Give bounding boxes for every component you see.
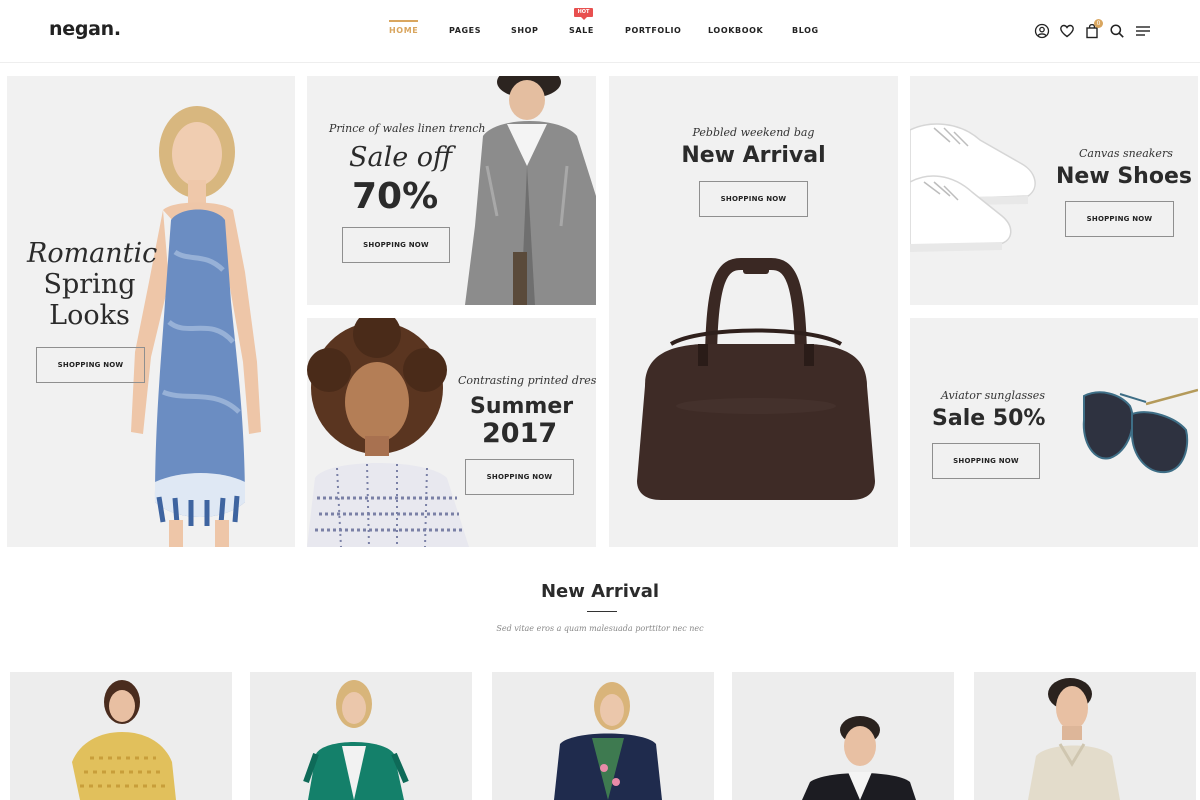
nav-portfolio[interactable]: PORTFOLIO (625, 26, 681, 35)
banner-weekend-bag[interactable]: Pebbled weekend bag New Arrival SHOPPING… (609, 76, 898, 547)
sunglasses-script: Aviator sunglasses (941, 389, 1045, 402)
cart-count-badge: 0 (1094, 19, 1103, 28)
nav-blog[interactable]: BLOG (792, 26, 819, 35)
shopping-now-button[interactable]: SHOPPING NOW (36, 347, 145, 383)
bag-headline: New Arrival (681, 143, 826, 168)
summer-line-1: Summer (470, 394, 574, 419)
banner-aviator-sunglasses[interactable]: Aviator sunglasses Sale 50% SHOPPING NOW (910, 318, 1198, 547)
new-arrival-subtitle: Sed vitae eros a quam malesuada porttito… (496, 624, 704, 633)
trench-percent: 70% (352, 176, 439, 217)
product-image-navy-blazer (554, 682, 662, 800)
banner-summer-dress[interactable]: Contrasting printed dress Summer 2017 SH… (307, 318, 596, 547)
banner-trench-sale[interactable]: Prince of wales linen trench Sale off 70… (307, 76, 596, 305)
site-header: negan. HOME PAGES SHOP SALE PORTFOLIO LO… (0, 0, 1200, 63)
product-image-green-jacket (303, 680, 409, 800)
trench-sale-off: Sale off (349, 142, 453, 173)
hot-badge: HOT (574, 8, 593, 20)
model-grey-trench-image (465, 76, 596, 305)
nav-shop[interactable]: SHOP (511, 26, 539, 35)
romantic-line-3: Looks (49, 300, 130, 331)
search-icon[interactable] (1109, 23, 1125, 39)
sunglasses-headline: Sale 50% (932, 406, 1046, 431)
romantic-line-2: Spring (43, 269, 136, 300)
user-icon[interactable] (1034, 23, 1050, 39)
new-arrival-title: New Arrival (540, 581, 660, 602)
aviator-sunglasses-image (1082, 388, 1198, 474)
product-card-beige-shirt[interactable] (974, 672, 1196, 800)
title-divider (587, 611, 617, 612)
heart-icon[interactable] (1059, 23, 1075, 39)
banner-new-shoes[interactable]: Canvas sneakers New Shoes SHOPPING NOW (910, 76, 1198, 305)
product-image-black-suit (802, 716, 916, 800)
banner-romantic-spring[interactable]: Romantic Spring Looks SHOPPING NOW (7, 76, 295, 547)
banner-romantic-title: Romantic Spring Looks (27, 238, 158, 331)
shopping-now-button[interactable]: SHOPPING NOW (932, 443, 1040, 479)
shoes-script: Canvas sneakers (1079, 147, 1173, 160)
shopping-now-button[interactable]: SHOPPING NOW (1065, 201, 1174, 237)
shopping-now-button[interactable]: SHOPPING NOW (699, 181, 808, 217)
product-image-yellow-dress (72, 680, 176, 800)
romantic-line-1: Romantic (27, 238, 158, 269)
trench-script: Prince of wales linen trench (329, 122, 486, 135)
product-image-beige-shirt (1028, 678, 1120, 800)
summer-line-2: 2017 (482, 418, 558, 449)
product-card-black-suit[interactable] (732, 672, 954, 800)
main-nav: HOME PAGES SHOP SALE PORTFOLIO LOOKBOOK … (0, 20, 1200, 40)
shopping-now-button[interactable]: SHOPPING NOW (342, 227, 450, 263)
shoes-headline: New Shoes (1056, 164, 1192, 189)
white-sneakers-image (910, 123, 1036, 252)
nav-home[interactable]: HOME (389, 20, 419, 35)
weekend-bag-image (637, 258, 875, 500)
bag-script: Pebbled weekend bag (692, 126, 815, 139)
nav-sale[interactable]: SALE (569, 26, 594, 35)
shopping-now-button[interactable]: SHOPPING NOW (465, 459, 574, 495)
summer-script: Contrasting printed dress (458, 374, 596, 387)
product-card-yellow-dress[interactable] (10, 672, 232, 800)
nav-lookbook[interactable]: LOOKBOOK (708, 26, 763, 35)
model-child-curly-image (307, 318, 469, 547)
product-card-navy-blazer[interactable] (492, 672, 714, 800)
nav-pages[interactable]: PAGES (449, 26, 481, 35)
menu-icon[interactable] (1135, 23, 1151, 39)
product-card-green-jacket[interactable] (250, 672, 472, 800)
